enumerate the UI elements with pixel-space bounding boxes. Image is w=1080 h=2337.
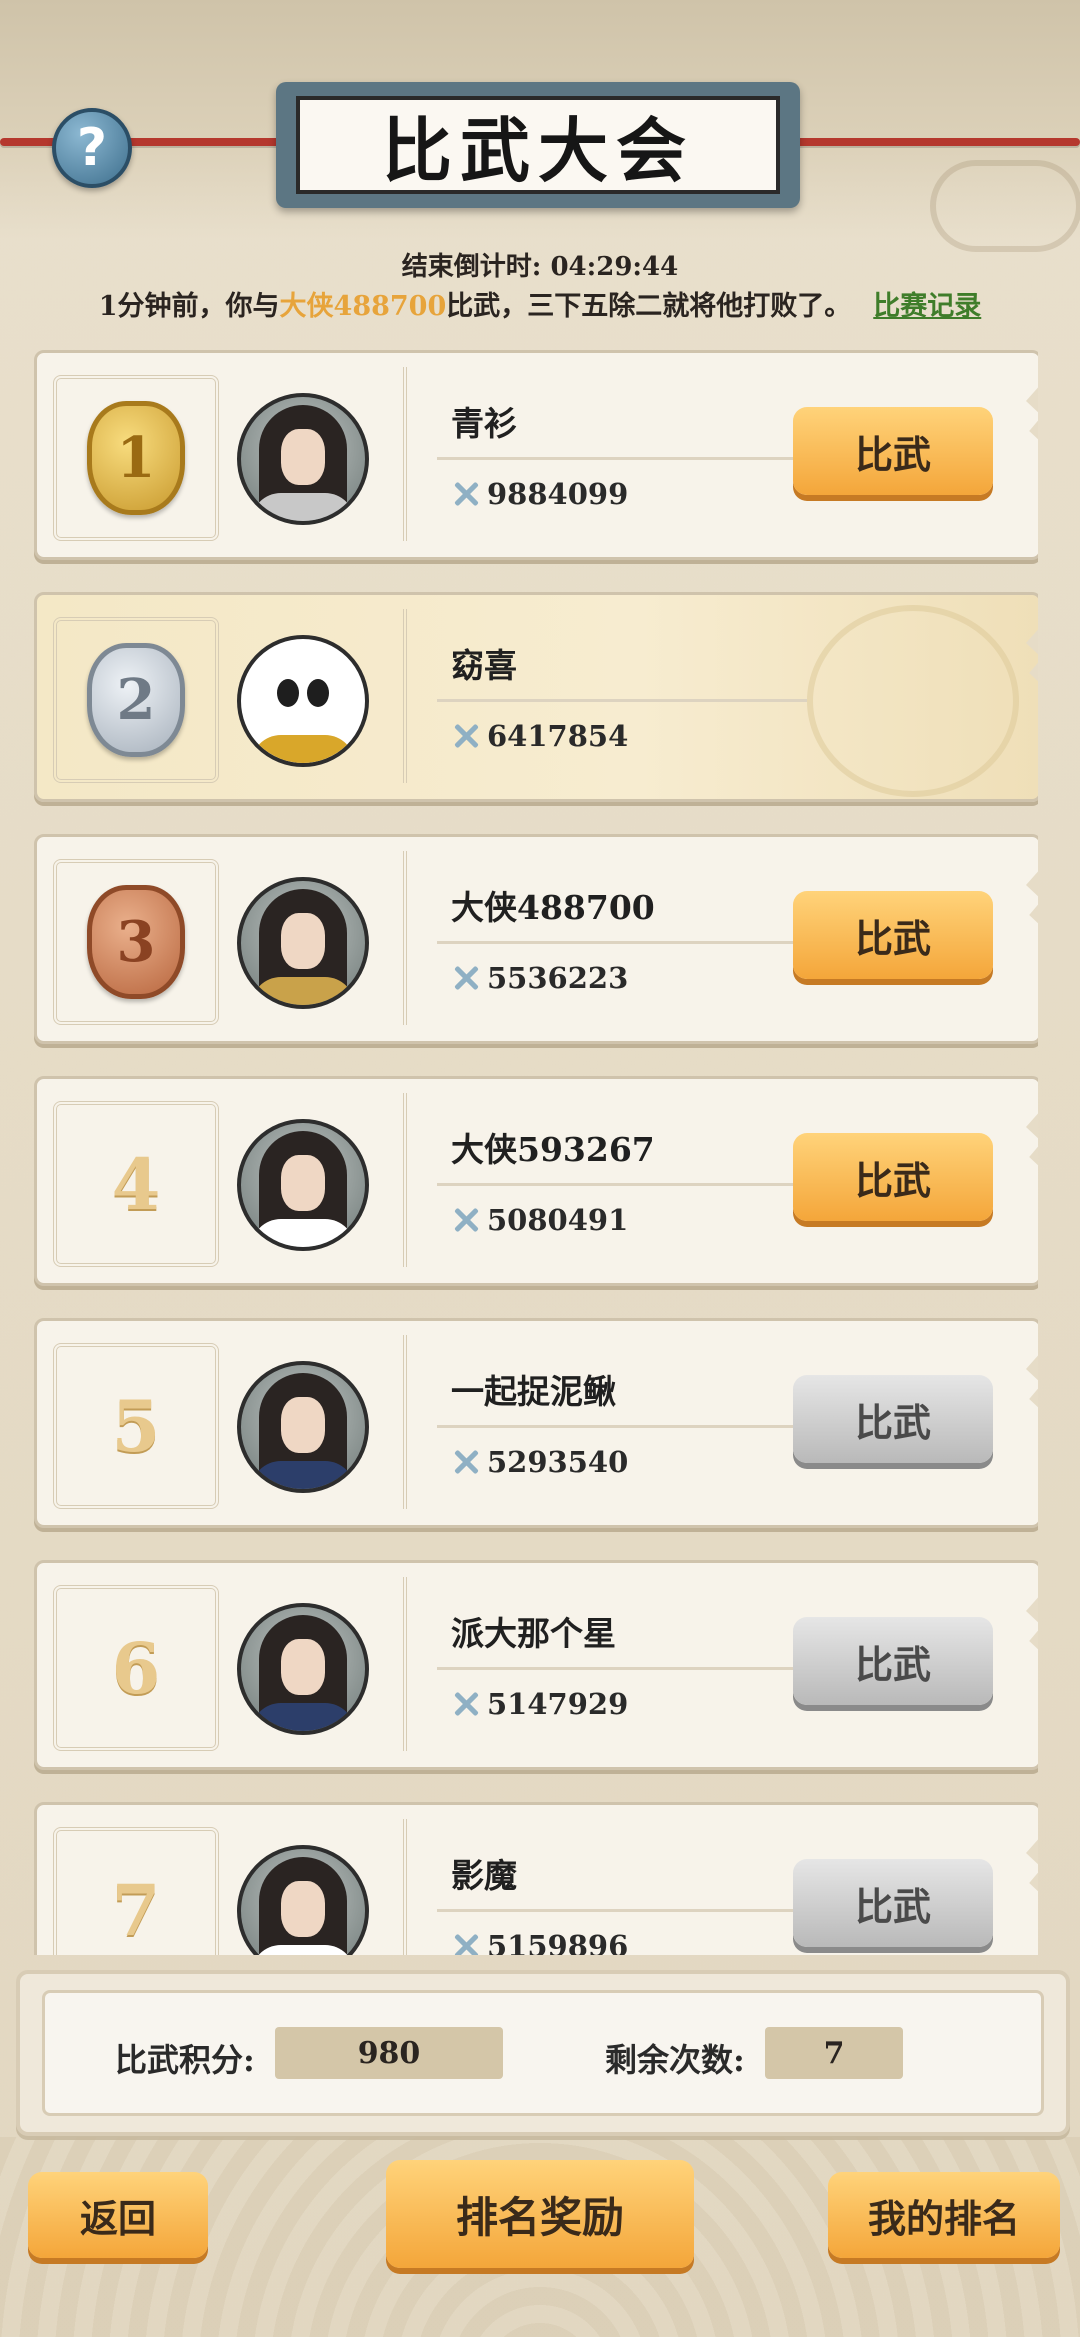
- ranking-row: 1 青衫 9884099 比武: [34, 350, 1038, 560]
- rank-number: 6: [111, 1626, 161, 1710]
- combat-power: 5293540: [451, 1445, 628, 1479]
- combat-power: 5536223: [451, 961, 628, 995]
- rank-badge: 4: [53, 1101, 219, 1267]
- combat-power-value: 5147929: [487, 1687, 629, 1721]
- ranking-list[interactable]: 1 青衫 9884099 比武 2 窈喜 6417854 3 大侠488700 5536223 比武…: [34, 350, 1038, 1955]
- crossed-swords-icon: [451, 1447, 481, 1477]
- rank-badge: 3: [53, 859, 219, 1025]
- crossed-swords-icon: [451, 721, 481, 751]
- rank-number: 4: [111, 1142, 161, 1226]
- bronze-medal-icon: 3: [87, 885, 185, 999]
- countdown-timer: 结束倒计时: 04:29:44: [401, 252, 679, 282]
- challenge-button[interactable]: 比武: [793, 1617, 993, 1705]
- silver-medal-icon: 2: [87, 643, 185, 757]
- rank-number: 7: [111, 1868, 161, 1952]
- combat-power: 5147929: [451, 1687, 628, 1721]
- combat-power: 9884099: [451, 477, 628, 511]
- rank-number: 5: [111, 1384, 161, 1468]
- gold-medal-icon: 1: [87, 401, 185, 515]
- crossed-swords-icon: [451, 963, 481, 993]
- crossed-swords-icon: [451, 1205, 481, 1235]
- crossed-swords-icon: [451, 479, 481, 509]
- ranking-rewards-button[interactable]: 排名奖励: [386, 2160, 694, 2268]
- crossed-swords-icon: [451, 1689, 481, 1719]
- rank-badge: 2: [53, 617, 219, 783]
- ranking-row: 7 影魔 5159896 比武: [34, 1802, 1038, 1955]
- back-button[interactable]: 返回: [28, 2172, 208, 2258]
- score-label: 比武积分:: [115, 2041, 255, 2079]
- avatar[interactable]: [237, 635, 369, 767]
- ranking-row: 6 派大那个星 5147929 比武: [34, 1560, 1038, 1770]
- avatar[interactable]: [237, 1845, 369, 1955]
- combat-power-value: 5293540: [487, 1445, 629, 1479]
- player-name: 大侠488700: [451, 888, 655, 927]
- combat-power-value: 9884099: [487, 477, 629, 511]
- ranking-row: 4 大侠593267 5080491 比武: [34, 1076, 1038, 1286]
- score-value: 980: [275, 2027, 503, 2079]
- ranking-row: 5 一起捉泥鳅 5293540 比武: [34, 1318, 1038, 1528]
- challenge-button[interactable]: 比武: [793, 891, 993, 979]
- player-name: 影魔: [451, 1856, 517, 1895]
- combat-power-value: 5080491: [487, 1203, 629, 1237]
- cloud-decoration: [930, 160, 1080, 252]
- player-name: 一起捉泥鳅: [451, 1372, 616, 1411]
- rank-badge: 7: [53, 1827, 219, 1955]
- crossed-swords-icon: [451, 1931, 481, 1955]
- stats-panel: 比武积分: 980 剩余次数: 7: [16, 1970, 1070, 2136]
- ranking-row: 3 大侠488700 5536223 比武: [34, 834, 1038, 1044]
- avatar[interactable]: [237, 393, 369, 525]
- avatar[interactable]: [237, 1603, 369, 1735]
- challenge-button[interactable]: 比武: [793, 1133, 993, 1221]
- rank-badge: 5: [53, 1343, 219, 1509]
- challenge-button[interactable]: 比武: [793, 1375, 993, 1463]
- combat-power-value: 6417854: [487, 719, 629, 753]
- news-opponent: 大侠488700: [279, 291, 447, 322]
- avatar[interactable]: [237, 1119, 369, 1251]
- news-prefix: 1分钟前，你与: [98, 291, 280, 322]
- combat-power: 6417854: [451, 719, 628, 753]
- remaining-value: 7: [765, 2027, 903, 2079]
- news-suffix: 比武，三下五除二就将他打败了。: [446, 291, 852, 322]
- player-name: 派大那个星: [451, 1614, 616, 1653]
- help-icon[interactable]: ?: [52, 108, 132, 188]
- my-ranking-button[interactable]: 我的排名: [828, 2172, 1060, 2258]
- combat-power: 5080491: [451, 1203, 628, 1237]
- avatar[interactable]: [237, 877, 369, 1009]
- page-title: 比武大会: [382, 108, 694, 192]
- combat-power-value: 5536223: [487, 961, 629, 995]
- challenge-button[interactable]: 比武: [793, 1859, 993, 1947]
- remaining-label: 剩余次数:: [605, 2041, 745, 2079]
- battle-news: 1分钟前，你与大侠488700比武，三下五除二就将他打败了。 比赛记录: [0, 284, 1080, 323]
- combat-power-value: 5159896: [487, 1929, 629, 1955]
- player-name: 窈喜: [451, 646, 517, 685]
- rank-badge: 1: [53, 375, 219, 541]
- rope-right: [790, 138, 1080, 146]
- rank-badge: 6: [53, 1585, 219, 1751]
- match-record-link[interactable]: 比赛记录: [873, 291, 981, 322]
- player-name: 青衫: [451, 404, 517, 443]
- combat-power: 5159896: [451, 1929, 628, 1955]
- ranking-row: 2 窈喜 6417854: [34, 592, 1038, 802]
- cloud-pattern: [807, 605, 1019, 797]
- challenge-button[interactable]: 比武: [793, 407, 993, 495]
- rope-left: [0, 138, 290, 146]
- avatar[interactable]: [237, 1361, 369, 1493]
- player-name: 大侠593267: [451, 1130, 655, 1169]
- title-plaque: 比武大会: [276, 82, 800, 208]
